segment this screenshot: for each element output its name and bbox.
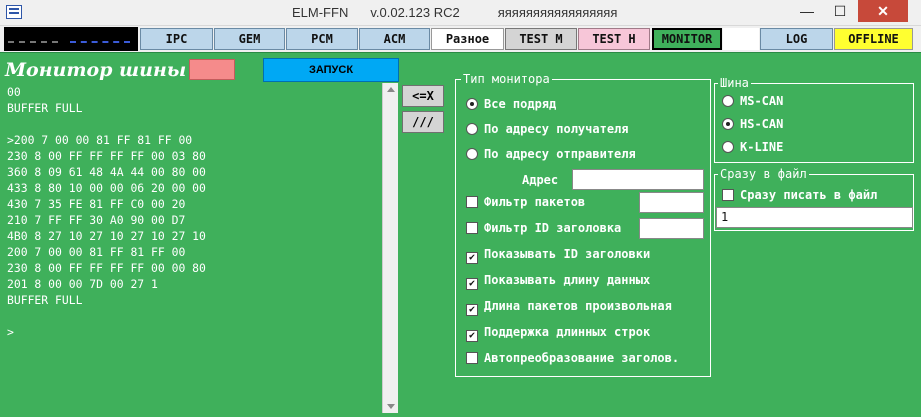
title-bar: ELM-FFN v.0.02.123 RC2 яяяяяяяяяяяяяяяяя —… [0,0,921,26]
radio-k-line[interactable]: K-LINE [722,139,783,155]
tab-misc[interactable]: Разное [431,28,504,50]
file-name-input[interactable]: 1 [716,207,913,228]
checkbox-icon[interactable] [466,352,478,364]
checkbox-long-lines[interactable]: ✔ Поддержка длинных строк [466,324,650,342]
start-button[interactable]: ЗАПУСК [263,58,399,82]
log-line: 230 8 00 FF FF FF FF 00 03 80 [7,149,206,163]
app-icon[interactable] [6,5,22,19]
tab-test-m[interactable]: TEST M [505,28,577,50]
tab-pcm[interactable]: PCM [286,28,358,50]
log-line: 433 8 80 10 00 00 06 20 00 00 [7,181,206,195]
monitor-title: Монитор шины [5,59,187,81]
scroll-up-icon[interactable] [387,87,395,92]
radio-icon[interactable] [722,141,734,153]
checkbox-write-file[interactable]: Сразу писать в файл [722,187,877,203]
maximize-button[interactable]: ☐ [826,0,854,22]
check-mark-icon[interactable]: ✔ [466,252,478,264]
check-mark-icon[interactable]: ✔ [466,304,478,316]
tab-blank[interactable] [723,28,759,50]
checkbox-show-length[interactable]: ✔ Показывать длину данных [466,272,650,290]
log-line: BUFFER FULL [7,101,83,115]
address-label: Адрес [522,173,559,187]
checkbox-icon[interactable] [466,196,478,208]
checkbox-packet-filter[interactable]: Фильтр пакетов [466,194,585,210]
scroll-down-icon[interactable] [387,404,395,409]
tab-test-h[interactable]: TEST H [578,28,650,50]
radio-by-receiver[interactable]: По адресу получателя [466,121,629,137]
tab-log[interactable]: LOG [760,28,833,50]
file-group-label: Сразу в файл [718,167,809,181]
monitor-status-indicator [189,59,235,80]
tab-divider [0,52,921,53]
checkbox-icon[interactable] [466,222,478,234]
monitor-type-label: Тип монитора [461,72,552,86]
radio-ms-can[interactable]: MS-CAN [722,93,783,109]
checkbox-id-filter[interactable]: Фильтр ID заголовка [466,220,621,236]
minimize-button[interactable]: — [793,0,821,22]
radio-icon[interactable] [722,118,734,130]
log-scrollbar[interactable] [382,83,398,413]
tab-gem[interactable]: GEM [214,28,285,50]
tab-monitor[interactable]: MONITOR [652,28,722,50]
log-line: 00 [7,85,21,99]
separator-button[interactable]: /// [402,111,444,133]
radio-icon[interactable] [722,95,734,107]
log-line: 210 7 FF FF 30 A0 90 00 D7 [7,213,186,227]
checkbox-show-id[interactable]: ✔ Показывать ID заголовки [466,246,650,264]
window-title: ELM-FFN v.0.02.123 RC2 яяяяяяяяяяяяяяяяя [292,5,618,20]
tab-ipc[interactable]: IPC [140,28,213,50]
check-mark-icon[interactable]: ✔ [466,278,478,290]
radio-by-sender[interactable]: По адресу отправителя [466,146,636,162]
clear-log-button[interactable]: <=X [402,85,444,107]
status-indicator-blue [70,41,130,43]
log-line: 230 8 00 FF FF FF FF 00 00 80 [7,261,206,275]
log-line: 201 8 00 00 7D 00 27 1 [7,277,158,291]
checkbox-auto-convert[interactable]: Автопреобразование заголов. [466,350,679,366]
log-line: BUFFER FULL [7,293,83,307]
radio-hs-can[interactable]: HS-CAN [722,116,783,132]
log-line: > [7,325,14,339]
radio-icon[interactable] [466,98,478,110]
status-indicator-gray [8,41,58,43]
log-line: >200 7 00 00 81 FF 81 FF 00 [7,133,193,147]
close-button[interactable]: ✕ [858,0,908,22]
log-line: 360 8 09 61 48 4A 44 00 80 00 [7,165,206,179]
checkbox-arbitrary-length[interactable]: ✔ Длина пакетов произвольная [466,298,672,316]
log-line: 4B0 8 27 10 27 10 27 10 27 10 [7,229,206,243]
packet-filter-input[interactable] [639,192,704,213]
check-mark-icon[interactable]: ✔ [466,330,478,342]
bus-label: Шина [718,76,751,90]
tab-offline[interactable]: OFFLINE [834,28,913,50]
radio-icon[interactable] [466,123,478,135]
status-indicator-panel [4,27,138,51]
bus-log-output[interactable]: 00 BUFFER FULL >200 7 00 00 81 FF 81 FF 00… [4,83,382,413]
log-line: 200 7 00 00 81 FF 81 FF 00 [7,245,186,259]
address-input[interactable] [572,169,704,190]
tab-acm[interactable]: ACM [359,28,430,50]
radio-icon[interactable] [466,148,478,160]
log-line: 430 7 35 FE 81 FF C0 00 20 [7,197,186,211]
checkbox-icon[interactable] [722,189,734,201]
radio-all[interactable]: Все подряд [466,96,556,112]
id-filter-input[interactable] [639,218,704,239]
